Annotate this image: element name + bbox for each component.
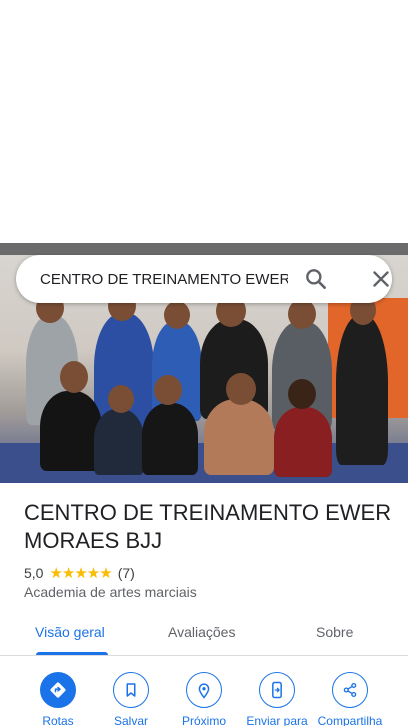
- tab-overview[interactable]: Visão geral: [35, 624, 105, 640]
- photo-person: [274, 407, 332, 477]
- photo-person: [40, 391, 102, 471]
- photo-head: [154, 375, 182, 405]
- place-title: CENTRO DE TREINAMENTO EWER MORAES BJJ: [24, 500, 392, 553]
- search-icon[interactable]: [303, 266, 329, 292]
- photo-head: [288, 299, 316, 329]
- save-label: Salvar: [113, 714, 148, 726]
- photo-head: [60, 361, 88, 393]
- action-bar: Rotas Salvar Próximo Enviar para Compart…: [0, 666, 408, 726]
- place-tabs: Visão geral Avaliações Sobre: [0, 612, 408, 656]
- photo-head: [288, 379, 316, 409]
- active-tab-indicator: [36, 652, 108, 655]
- review-count[interactable]: (7): [118, 565, 135, 581]
- tab-about[interactable]: Sobre: [316, 624, 353, 640]
- search-bar[interactable]: CENTRO DE TREINAMENTO EWER M: [16, 255, 392, 303]
- send-to-phone-label: Enviar para: [246, 714, 308, 726]
- bookmark-icon: [113, 672, 149, 708]
- nearby-button[interactable]: Próximo: [167, 672, 241, 726]
- share-icon: [332, 672, 368, 708]
- tab-reviews[interactable]: Avaliações: [168, 624, 235, 640]
- map-area[interactable]: [0, 0, 408, 243]
- rating-row[interactable]: 5,0 ★★★★★ (7): [24, 564, 135, 582]
- rating-value: 5,0: [24, 565, 44, 581]
- photo-person: [336, 315, 388, 465]
- photo-head: [108, 385, 134, 413]
- photo-person: [204, 399, 274, 475]
- directions-button[interactable]: Rotas: [21, 672, 95, 726]
- star-rating-icon: ★★★★★: [49, 565, 112, 582]
- photo-head: [226, 373, 256, 405]
- nearby-icon: [186, 672, 222, 708]
- send-to-phone-button[interactable]: Enviar para: [240, 672, 314, 726]
- photo-head: [164, 301, 190, 329]
- close-icon[interactable]: [368, 266, 394, 292]
- directions-label: Rotas: [42, 714, 74, 726]
- send-to-phone-icon: [259, 672, 295, 708]
- photo-person: [94, 409, 144, 475]
- save-button[interactable]: Salvar: [94, 672, 168, 726]
- photo-top-edge: [0, 243, 408, 255]
- directions-icon: [40, 672, 76, 708]
- photo-person: [142, 403, 198, 475]
- place-category[interactable]: Academia de artes marciais: [24, 584, 197, 600]
- search-input[interactable]: CENTRO DE TREINAMENTO EWER M: [40, 271, 288, 288]
- nearby-label: Próximo: [181, 714, 226, 726]
- share-label: Compartilha: [317, 714, 383, 726]
- share-button[interactable]: Compartilha: [313, 672, 387, 726]
